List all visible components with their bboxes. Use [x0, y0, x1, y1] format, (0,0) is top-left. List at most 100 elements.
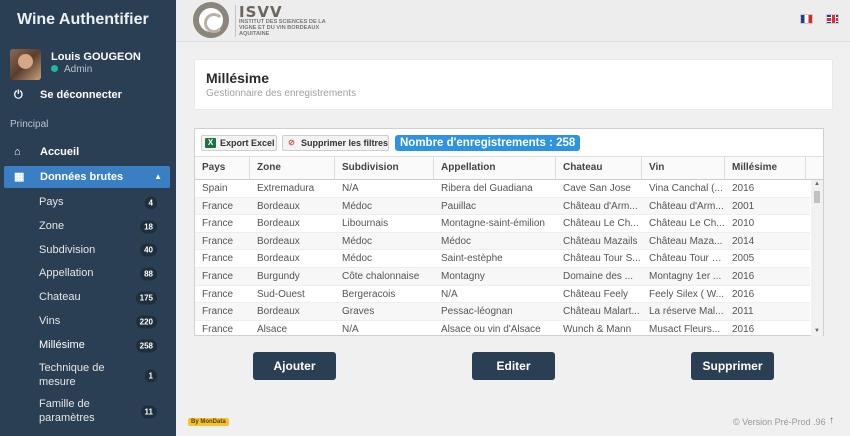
page-subtitle: Gestionnaire des enregistrements	[206, 88, 357, 99]
cell-subdivision: Bergeracois	[342, 288, 396, 300]
english-flag-icon[interactable]	[826, 14, 839, 24]
edit-button[interactable]: Editer	[472, 352, 555, 380]
table-row[interactable]: France Bordeaux Libournais Montagne-sain…	[195, 215, 810, 233]
cell-appellation: Médoc	[441, 235, 472, 247]
cell-subdivision: Médoc	[342, 235, 373, 247]
sidebar-item-label: Famille de paramètres	[39, 397, 95, 424]
cell-chateau: Cave San Jose	[563, 183, 631, 194]
sidebar-item-label: Subdivision	[39, 243, 96, 256]
table-row[interactable]: France Burgundy Côte chalonnaise Montagn…	[195, 267, 810, 286]
table-row[interactable]: France Bordeaux Médoc Pauillac Château d…	[195, 197, 810, 216]
record-count-badge: Nombre d'enregistrements : 258	[395, 135, 581, 151]
column-header-millesime[interactable]: Millésime	[725, 157, 806, 180]
cell-chateau: Château Feely	[563, 288, 629, 300]
clear-filters-label: Supprimer les filtres	[301, 138, 389, 148]
cell-pays: France	[202, 200, 234, 212]
cell-subdivision: N/A	[342, 183, 359, 194]
sidebar-item-pays[interactable]: Pays 4	[0, 191, 176, 215]
cell-subdivision: Côte chalonnaise	[342, 270, 420, 282]
sidebar-subnav: Pays 4 Zone 18 Subdivision 40 Appellation 88…	[0, 191, 176, 430]
column-header-pays[interactable]: Pays	[195, 157, 250, 180]
online-status-icon	[51, 64, 58, 72]
cell-subdivision: N/A	[342, 323, 359, 335]
sidebar-item-subdivision[interactable]: Subdivision 40	[0, 239, 176, 263]
isvv-logo	[193, 2, 229, 38]
sidebar-item-label: Appellation	[39, 267, 94, 280]
table-row[interactable]: Spain Extremadura N/A Ribera del Guadian…	[195, 180, 810, 198]
sidebar-item-chateau[interactable]: Chateau 175	[0, 286, 176, 310]
cell-subdivision: Médoc	[342, 200, 373, 212]
sidebar-item-zone[interactable]: Zone 18	[0, 215, 176, 239]
sidebar-item-vins[interactable]: Vins 220	[0, 310, 176, 334]
mondata-badge[interactable]: By MonData	[188, 418, 229, 426]
cell-millesime: 2005	[732, 253, 755, 265]
cell-chateau: Château Malart...	[563, 306, 640, 318]
clear-filters-button[interactable]: ⊘ Supprimer les filtres	[282, 135, 389, 151]
sidebar-item-famille-de-parametres[interactable]: Famille de paramètres 11	[0, 394, 176, 430]
app-title[interactable]: Wine Authentifier	[0, 0, 176, 42]
cell-subdivision: Libournais	[342, 218, 389, 230]
sidebar-item-millesime[interactable]: Millésime 258	[0, 334, 176, 358]
scroll-top-icon[interactable]: ↑	[829, 415, 834, 426]
add-button[interactable]: Ajouter	[253, 352, 336, 380]
column-header-appellation[interactable]: Appellation	[434, 157, 556, 180]
table-row[interactable]: France Bordeaux Médoc Saint-estèphe Chât…	[195, 250, 810, 268]
export-excel-label: Export Excel	[220, 138, 275, 148]
cell-zone: Bordeaux	[257, 253, 300, 265]
table-row[interactable]: France Sud-Ouest Bergeracois N/A Château…	[195, 286, 810, 304]
page-header-panel: Millésime Gestionnaire des enregistremen…	[194, 59, 833, 110]
cell-vin: Château Le Ch...	[649, 218, 725, 230]
scrollbar-thumb[interactable]	[814, 191, 820, 203]
cell-pays: France	[202, 253, 234, 265]
grid-scrollbar[interactable]: ▲ ▼	[811, 180, 823, 336]
cell-millesime: 2010	[732, 218, 755, 230]
chevron-up-icon: ▲	[154, 172, 162, 181]
cell-chateau: Château Tour S...	[563, 253, 641, 265]
sidebar-nav: ⌂ Accueil ▦ Données brutes ▲ Pays 4 Zone 18 …	[0, 141, 176, 430]
sidebar-item-raw-data[interactable]: ▦ Données brutes ▲	[4, 166, 170, 188]
cell-appellation: Pessac-léognan	[441, 306, 513, 318]
count-badge: 220	[135, 315, 157, 329]
cell-zone: Bordeaux	[257, 306, 300, 318]
top-bar: ISVV INSTITUT DES SCIENCES DE LA VIGNE E…	[176, 0, 850, 42]
logout-label: Se déconnecter	[40, 89, 122, 101]
column-header-chateau[interactable]: Chateau	[556, 157, 642, 180]
column-header-vin[interactable]: Vin	[642, 157, 725, 180]
sidebar-item-home[interactable]: ⌂ Accueil	[0, 141, 176, 163]
sidebar-item-technique-de-mesure[interactable]: Technique de mesure 1	[0, 358, 176, 394]
cell-appellation: Alsace ou vin d'Alsace	[441, 323, 541, 335]
count-badge: 18	[140, 220, 157, 234]
user-role: Admin	[51, 64, 92, 75]
export-excel-button[interactable]: X Export Excel	[201, 135, 277, 151]
cell-millesime: 2016	[732, 288, 755, 300]
cell-appellation: Pauillac	[441, 200, 477, 212]
sidebar-item-label: Données brutes	[40, 171, 124, 183]
table-row[interactable]: France Bordeaux Médoc Médoc Château Maza…	[195, 232, 810, 251]
cell-millesime: 2014	[732, 235, 755, 247]
scroll-up-icon[interactable]: ▲	[814, 181, 820, 187]
cell-zone: Bordeaux	[257, 235, 300, 247]
avatar	[10, 49, 41, 80]
cell-pays: France	[202, 288, 234, 300]
sidebar-item-appellation[interactable]: Appellation 88	[0, 262, 176, 286]
table-row[interactable]: France Alsace N/A Alsace ou vin d'Alsace…	[195, 321, 810, 336]
sidebar-item-label: Pays	[39, 196, 64, 208]
cell-chateau: Wunch & Mann	[563, 323, 632, 335]
table-icon: ▦	[14, 171, 25, 183]
cell-zone: Bordeaux	[257, 218, 300, 230]
table-row[interactable]: France Bordeaux Graves Pessac-léognan Ch…	[195, 303, 810, 321]
cell-zone: Bordeaux	[257, 200, 300, 212]
logo-subtitle: INSTITUT DES SCIENCES DE LA VIGNE ET DU …	[239, 19, 326, 37]
french-flag-icon[interactable]	[800, 14, 813, 24]
column-header-zone[interactable]: Zone	[250, 157, 335, 180]
scroll-down-icon[interactable]: ▼	[814, 328, 820, 334]
clear-filter-icon: ⊘	[288, 138, 295, 147]
logo-divider	[235, 5, 236, 37]
logout-link[interactable]: ⏻ Se déconnecter	[0, 89, 176, 107]
cell-millesime: 2011	[732, 306, 754, 318]
user-name: Louis GOUGEON	[51, 51, 141, 63]
column-header-subdivision[interactable]: Subdivision	[335, 157, 434, 180]
sidebar-item-label: Vins	[39, 314, 61, 327]
grid-body: Spain Extremadura N/A Ribera del Guadian…	[195, 180, 810, 336]
delete-button[interactable]: Supprimer	[691, 352, 774, 380]
